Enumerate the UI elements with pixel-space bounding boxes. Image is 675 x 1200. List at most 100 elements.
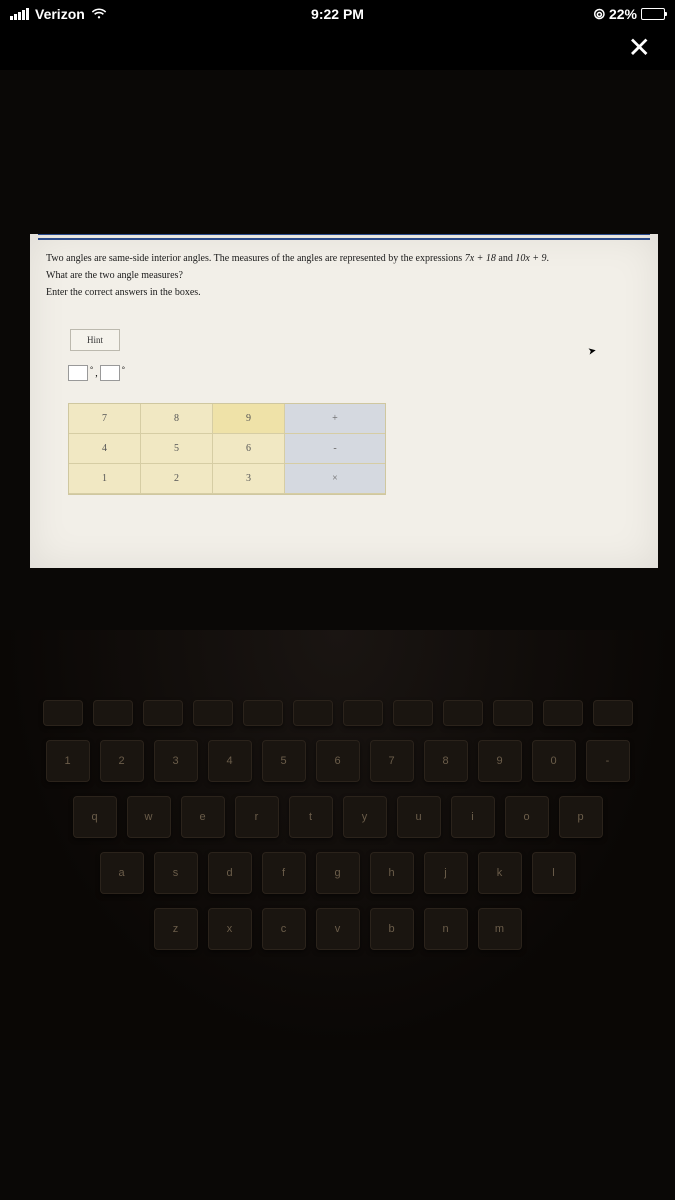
key-3[interactable]: 3 [213,464,285,494]
status-bar: Verizon 9:22 PM ⦾ 22% [0,0,675,28]
kb-key: g [316,852,360,894]
fn-key [143,700,183,726]
kb-key: 7 [370,740,414,782]
answer-input-2[interactable] [100,365,120,381]
status-time: 9:22 PM [228,6,446,22]
keypad: 7 8 9 4 5 6 1 2 3 + - × [68,403,386,495]
key-9[interactable]: 9 [213,404,285,434]
physical-keyboard: 1 2 3 4 5 6 7 8 9 0 - q w e r t y u i [0,630,675,950]
key-minus[interactable]: - [285,434,385,464]
problem-end: . [547,253,550,264]
kb-key: c [262,908,306,950]
kb-key: w [127,796,171,838]
problem-text: Two angles are same-side interior angles… [30,240,658,305]
kb-key: 0 [532,740,576,782]
fn-key [393,700,433,726]
numpad: 7 8 9 4 5 6 1 2 3 [69,404,285,494]
key-7[interactable]: 7 [69,404,141,434]
cursor-icon: ➤ [587,345,597,357]
kb-key: t [289,796,333,838]
kb-key: x [208,908,252,950]
fn-key [593,700,633,726]
battery-pct: 22% [609,6,637,22]
fn-row [10,700,665,726]
battery-icon [641,8,665,20]
num-row: 1 2 3 4 5 6 7 8 9 0 - [10,740,665,782]
answer-boxes: ° , ° [68,365,658,381]
problem-line1: Two angles are same-side interior angles… [46,250,642,267]
photo-area: Two angles are same-side interior angles… [0,70,675,1200]
kb-key: 1 [46,740,90,782]
laptop-body: 1 2 3 4 5 6 7 8 9 0 - q w e r t y u i [0,630,675,1050]
kb-key: 4 [208,740,252,782]
wifi-icon [91,8,107,20]
kb-key: l [532,852,576,894]
kb-key: 3 [154,740,198,782]
problem-mid: and [496,253,515,264]
fn-key [93,700,133,726]
expr2: 10x + 9 [515,253,546,264]
problem-line3: Enter the correct answers in the boxes. [46,284,642,301]
fn-key [493,700,533,726]
orientation-lock-icon: ⦾ [594,6,605,23]
kb-key: m [478,908,522,950]
ops-column: + - × [285,404,385,494]
fn-key [193,700,233,726]
status-left: Verizon [10,6,228,22]
kb-key: 5 [262,740,306,782]
kb-key: - [586,740,630,782]
kb-key: k [478,852,522,894]
expr1: 7x + 18 [465,253,496,264]
kb-key: 8 [424,740,468,782]
kb-key: y [343,796,387,838]
key-8[interactable]: 8 [141,404,213,434]
asdf-row: a s d f g h j k l [10,852,665,894]
kb-key: d [208,852,252,894]
kb-key: p [559,796,603,838]
fn-key [243,700,283,726]
status-right: ⦾ 22% [447,6,665,23]
key-2[interactable]: 2 [141,464,213,494]
signal-icon [10,8,29,20]
laptop-screen: Two angles are same-side interior angles… [30,234,658,568]
hint-label: Hint [87,335,103,345]
kb-key: b [370,908,414,950]
zxcv-row: z x c v b n m [10,908,665,950]
answer-sep: , [95,368,98,379]
kb-key: e [181,796,225,838]
key-6[interactable]: 6 [213,434,285,464]
kb-key: 9 [478,740,522,782]
key-4[interactable]: 4 [69,434,141,464]
fn-key [443,700,483,726]
kb-key: u [397,796,441,838]
kb-key: s [154,852,198,894]
kb-key: 2 [100,740,144,782]
key-plus[interactable]: + [285,404,385,434]
kb-key: r [235,796,279,838]
key-5[interactable]: 5 [141,434,213,464]
problem-line2: What are the two angle measures? [46,267,642,284]
kb-key: i [451,796,495,838]
kb-key: f [262,852,306,894]
deg-2: ° [122,365,125,374]
kb-key: q [73,796,117,838]
carrier-label: Verizon [35,6,85,22]
fn-key [543,700,583,726]
kb-key: j [424,852,468,894]
kb-key: h [370,852,414,894]
key-times[interactable]: × [285,464,385,494]
kb-key: z [154,908,198,950]
key-1[interactable]: 1 [69,464,141,494]
fn-key [43,700,83,726]
problem-line1-a: Two angles are same-side interior angles… [46,253,465,264]
hint-button[interactable]: Hint [70,329,120,351]
close-icon[interactable]: ✕ [628,34,651,62]
kb-key: n [424,908,468,950]
fn-key [293,700,333,726]
kb-key: a [100,852,144,894]
deg-1: ° [90,365,93,374]
kb-key: 6 [316,740,360,782]
fn-key [343,700,383,726]
qwerty-row: q w e r t y u i o p [10,796,665,838]
answer-input-1[interactable] [68,365,88,381]
